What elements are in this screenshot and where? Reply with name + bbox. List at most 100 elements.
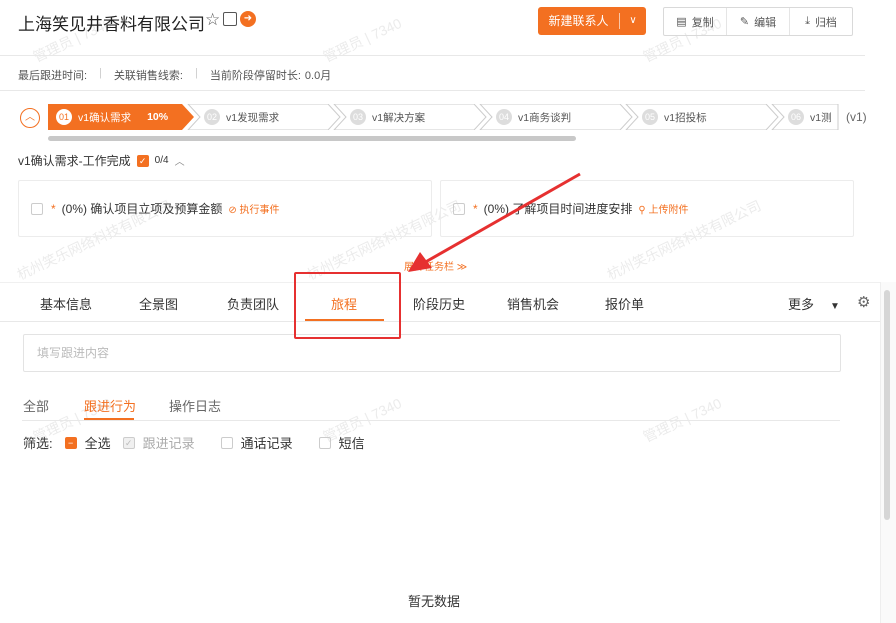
gear-icon[interactable]: ⚙	[857, 293, 870, 311]
stage-suffix: (v1)	[846, 110, 867, 124]
caret-down-icon: ▼	[830, 301, 840, 312]
stage-label: v1商务谈判	[518, 111, 572, 124]
edit-label: 编辑	[754, 16, 777, 29]
divider: |	[194, 67, 198, 79]
tab-basic-info[interactable]: 基本信息	[40, 294, 92, 313]
filter-bar: 筛选: − 全选 ✓ 跟进记录 通话记录 短信	[23, 433, 365, 452]
stage-number: 02	[204, 109, 220, 125]
subtab-followup[interactable]: 跟进行为	[84, 396, 136, 415]
more-label: 更多	[788, 297, 815, 312]
divider	[0, 55, 865, 56]
checkbox-checked-icon: ✓	[122, 436, 135, 449]
archive-icon: ⤓	[805, 15, 810, 27]
checkbox-icon	[220, 436, 233, 449]
stage-label: v1测	[810, 111, 832, 124]
tab-team[interactable]: 负责团队	[227, 294, 279, 313]
more-tabs-button[interactable]: 更多 ▼	[788, 294, 840, 313]
filter-option-label: 通话记录	[240, 436, 293, 451]
info-bar: 最后跟进时间: | 关联销售线索: | 当前阶段停留时长: 0.0月	[18, 67, 331, 83]
divider	[0, 90, 865, 91]
task-checkbox[interactable]	[31, 202, 43, 215]
execute-event-link[interactable]: ⊘ 执行事件	[228, 201, 279, 216]
stage-label: v1发现需求	[226, 111, 280, 124]
stage-item-3[interactable]: 03 v1解决方案	[342, 104, 425, 130]
required-icon: *	[51, 201, 56, 216]
task-title: v1确认需求-工作完成	[18, 154, 131, 168]
stage-duration-value: 0.0月	[304, 70, 332, 82]
chevron-up-icon[interactable]: ︿	[175, 153, 185, 168]
stage-number: 01	[56, 109, 72, 125]
stage-number: 03	[350, 109, 366, 125]
new-contact-label: 新建联系人	[548, 14, 609, 28]
filter-label: 筛选:	[23, 436, 53, 451]
task-count: 0/4	[154, 155, 169, 166]
copy-button[interactable]: ▤ 复制	[664, 8, 727, 35]
annotation-arrow	[408, 172, 581, 272]
filter-option-label: 跟进记录	[142, 436, 195, 451]
stage-item-4[interactable]: 04 v1商务谈判	[488, 104, 571, 130]
card-icon[interactable]	[223, 12, 237, 26]
followup-input[interactable]: 填写跟进内容	[23, 334, 841, 372]
divider: |	[99, 67, 102, 79]
new-contact-button[interactable]: 新建联系人 ∨	[538, 7, 646, 35]
stage-number: 06	[788, 109, 804, 125]
tab-quotes[interactable]: 报价单	[605, 294, 644, 313]
filter-option-calls[interactable]: 通话记录	[220, 433, 293, 452]
last-followup-label: 最后跟进时间:	[18, 70, 88, 82]
stage-item-2[interactable]: 02 v1发现需求	[196, 104, 279, 130]
task-header: v1确认需求-工作完成 ✓ 0/4 ︿	[18, 152, 185, 169]
check-icon: ✓	[136, 154, 149, 167]
edit-button[interactable]: ✎ 编辑	[727, 8, 790, 35]
tab-stage-history[interactable]: 阶段历史	[413, 294, 465, 313]
task-text: (0%) 确认项目立项及预算金额	[61, 202, 223, 216]
edit-icon: ⊘	[228, 205, 240, 216]
copy-label: 复制	[691, 16, 714, 29]
vertical-scrollbar-thumb[interactable]	[884, 290, 890, 520]
stage-progress: 10%	[147, 111, 169, 123]
checkbox-indeterminate-icon: −	[64, 436, 77, 449]
checkbox-icon	[318, 436, 331, 449]
task-card: * (0%) 确认项目立项及预算金额 ⊘ 执行事件	[18, 180, 432, 237]
stage-label: v1招投标	[664, 111, 707, 124]
horizontal-scrollbar[interactable]	[48, 136, 576, 141]
filter-option-all[interactable]: − 全选	[64, 433, 111, 452]
tab-opportunities[interactable]: 销售机会	[507, 294, 559, 313]
upload-attachment-link[interactable]: ⚲ 上传附件	[638, 201, 688, 216]
collapse-icon[interactable]: ︿	[20, 108, 40, 128]
divider	[0, 282, 880, 283]
stage-label: v1解决方案	[372, 111, 426, 124]
stage-number: 05	[642, 109, 658, 125]
archive-label: 归档	[814, 16, 837, 29]
filter-option-followup[interactable]: ✓ 跟进记录	[122, 433, 195, 452]
tab-overview[interactable]: 全景图	[139, 294, 178, 313]
divider	[0, 321, 880, 322]
paperclip-icon: ⚲	[638, 205, 649, 216]
chevron-down-icon[interactable]: ∨	[620, 7, 646, 35]
archive-button[interactable]: ⤓ 归档	[790, 8, 852, 35]
task-link-label: 上传附件	[648, 205, 689, 216]
stage-item-6[interactable]: 06 v1测	[780, 104, 832, 130]
stage-item-1[interactable]: 01 v1确认需求 10%	[48, 104, 168, 130]
star-icon[interactable]: ☆	[205, 10, 220, 30]
watermark: 管理员 | 7340	[320, 14, 404, 66]
stage-pipeline	[48, 104, 839, 130]
share-icon[interactable]: ➜	[240, 11, 256, 27]
related-leads-label: 关联销售线索:	[113, 70, 183, 82]
stage-number: 04	[496, 109, 512, 125]
copy-icon: ▤	[676, 16, 687, 28]
page-title: 上海笑见井香料有限公司	[18, 15, 205, 34]
edit-icon: ✎	[739, 16, 750, 28]
filter-option-sms[interactable]: 短信	[318, 433, 365, 452]
divider	[22, 420, 840, 421]
filter-option-label: 全选	[84, 436, 111, 451]
subtab-log[interactable]: 操作日志	[169, 396, 221, 415]
task-link-label: 执行事件	[239, 205, 280, 216]
empty-state: 暂无数据	[408, 594, 461, 609]
stage-item-5[interactable]: 05 v1招投标	[634, 104, 707, 130]
action-button-group: ▤ 复制 ✎ 编辑 ⤓ 归档	[663, 7, 853, 36]
annotation-highlight-box	[294, 272, 401, 339]
subtab-all[interactable]: 全部	[23, 396, 49, 415]
stage-duration-label: 当前阶段停留时长:	[209, 70, 301, 82]
filter-option-label: 短信	[338, 436, 365, 451]
stage-label: v1确认需求	[78, 111, 132, 124]
